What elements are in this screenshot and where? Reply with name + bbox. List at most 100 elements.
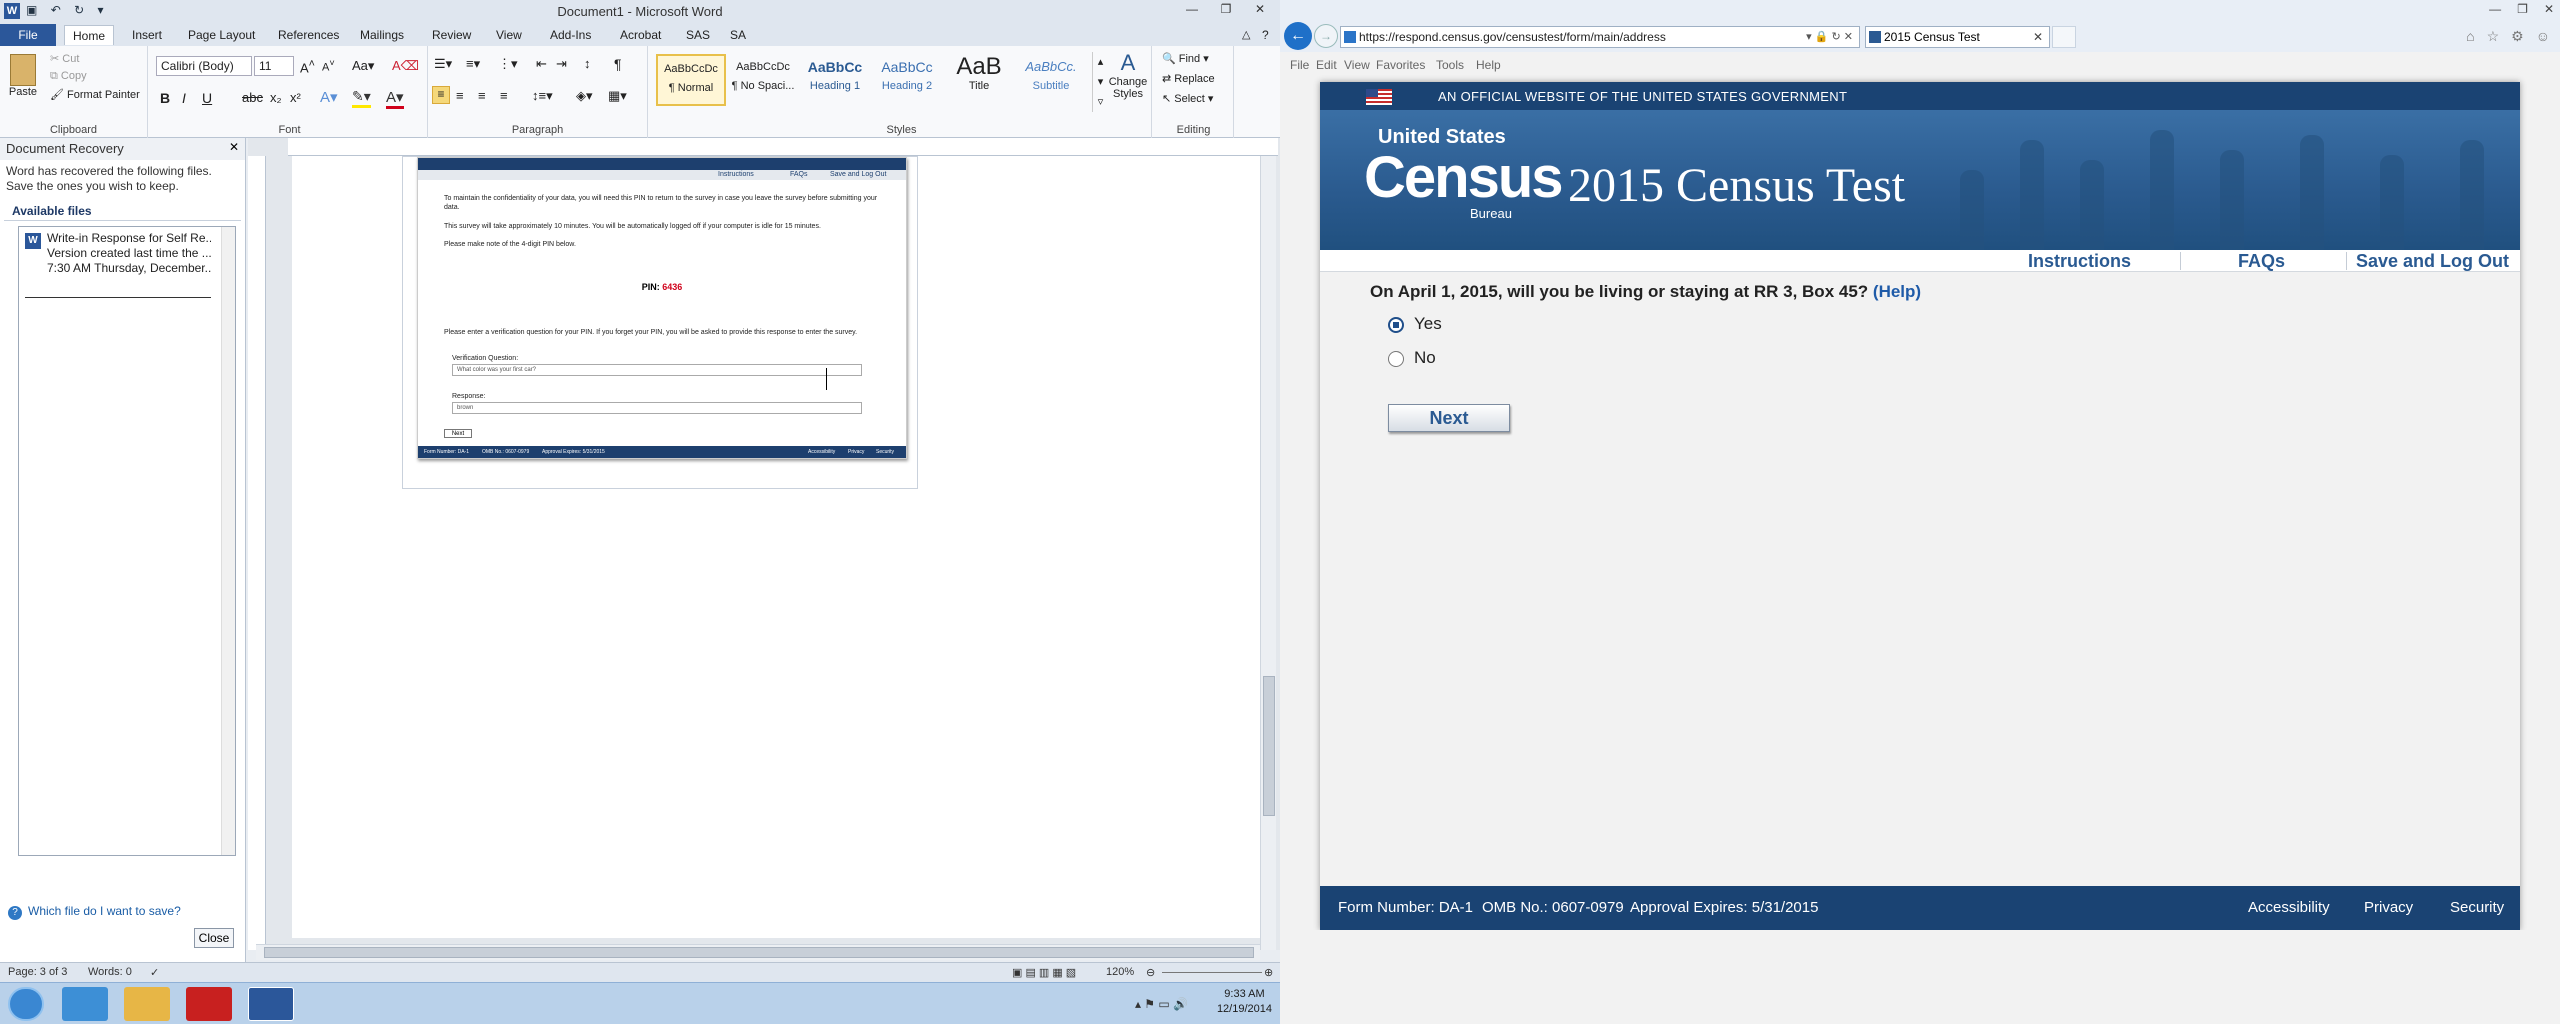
bullets-icon[interactable]: ☰▾ xyxy=(434,56,452,72)
scroll-thumb[interactable] xyxy=(1263,676,1275,816)
close-recovery-button[interactable]: Close xyxy=(194,928,234,948)
clock[interactable]: 9:33 AM 12/19/2014 xyxy=(1217,987,1272,1017)
menu-favorites[interactable]: Favorites xyxy=(1376,58,1425,72)
zoom-in-icon[interactable]: ⊕ xyxy=(1264,966,1273,979)
sort-icon[interactable]: ↕ xyxy=(584,56,591,71)
view-buttons-icon[interactable]: ▣ ▤ ▥ ▦ ▧ xyxy=(1012,966,1076,979)
tab-file[interactable]: File xyxy=(0,24,56,46)
close-button[interactable]: ✕ xyxy=(1248,2,1272,16)
align-left-button[interactable]: ≡ xyxy=(432,86,450,104)
tab-acrobat[interactable]: Acrobat xyxy=(612,25,669,45)
style-title[interactable]: AaB Title xyxy=(944,54,1014,106)
home-icon[interactable]: ⌂ xyxy=(2466,28,2474,44)
align-center-icon[interactable]: ≡ xyxy=(456,88,464,103)
close-tab-icon[interactable]: ✕ xyxy=(2033,27,2043,47)
address-bar[interactable]: https://respond.census.gov/censustest/fo… xyxy=(1340,26,1860,48)
grow-font-icon[interactable]: A˄ xyxy=(300,58,315,75)
cut-button[interactable]: ✂ Cut xyxy=(50,52,79,65)
font-color-icon[interactable]: A▾ xyxy=(386,88,404,109)
menu-file[interactable]: File xyxy=(1290,58,1309,72)
close-icon[interactable]: ✕ xyxy=(229,140,239,154)
line-spacing-icon[interactable]: ↕≡▾ xyxy=(532,88,553,104)
style-subtitle[interactable]: AaBbCc. Subtitle xyxy=(1016,54,1086,106)
menu-view[interactable]: View xyxy=(1344,58,1370,72)
style-normal[interactable]: AaBbCcDc ¶ Normal xyxy=(656,54,726,106)
address-tools-icon[interactable]: ▾ 🔒 ↻ ✕ xyxy=(1806,27,1853,47)
nav-save-logout[interactable]: Save and Log Out xyxy=(2356,251,2509,272)
strikethrough-button[interactable]: abc xyxy=(242,90,263,105)
style-heading-2[interactable]: AaBbCc Heading 2 xyxy=(872,54,942,106)
minimize-button[interactable]: — xyxy=(2489,2,2501,16)
subscript-button[interactable]: x₂ xyxy=(270,90,282,105)
scrollbar[interactable] xyxy=(221,227,235,855)
underline-button[interactable]: U xyxy=(202,90,212,106)
close-button[interactable]: ✕ xyxy=(2544,2,2554,16)
document-page[interactable]: Instructions FAQs Save and Log Out To ma… xyxy=(292,156,1264,938)
radio-yes-label[interactable]: Yes xyxy=(1414,314,1442,334)
word-taskbar-icon[interactable] xyxy=(248,987,294,1021)
borders-icon[interactable]: ▦▾ xyxy=(608,88,627,104)
maximize-button[interactable]: ❐ xyxy=(2517,2,2528,16)
word-count[interactable]: Words: 0 xyxy=(88,966,132,978)
horizontal-ruler[interactable] xyxy=(288,138,1278,156)
footer-security[interactable]: Security xyxy=(2450,899,2504,916)
nav-instructions[interactable]: Instructions xyxy=(2028,251,2131,272)
menu-edit[interactable]: Edit xyxy=(1316,58,1337,72)
tab-sas[interactable]: SAS xyxy=(678,25,718,45)
nav-faqs[interactable]: FAQs xyxy=(2238,251,2285,272)
highlight-icon[interactable]: ✎▾ xyxy=(352,88,371,108)
tab-review[interactable]: Review xyxy=(424,25,479,45)
back-button[interactable]: ← xyxy=(1284,22,1312,50)
clear-format-icon[interactable]: A⌫ xyxy=(392,58,419,74)
gear-icon[interactable]: ⚙ xyxy=(2511,28,2524,44)
favorites-icon[interactable]: ☆ xyxy=(2487,28,2500,44)
tab-references[interactable]: References xyxy=(270,25,347,45)
horizontal-scrollbar[interactable] xyxy=(256,944,1260,960)
superscript-button[interactable]: x² xyxy=(290,90,301,105)
new-tab-button[interactable] xyxy=(2052,26,2076,48)
zoom-out-icon[interactable]: ⊖ xyxy=(1146,966,1155,979)
tab-insert[interactable]: Insert xyxy=(124,25,170,45)
font-size-select[interactable]: 11 xyxy=(254,56,294,76)
ie-taskbar-icon[interactable] xyxy=(62,987,108,1021)
tab-mailings[interactable]: Mailings xyxy=(352,25,412,45)
italic-button[interactable]: I xyxy=(182,90,186,106)
menu-tools[interactable]: Tools xyxy=(1436,58,1464,72)
numbering-icon[interactable]: ≡▾ xyxy=(466,56,480,72)
zoom-level[interactable]: 120% xyxy=(1106,966,1134,978)
help-link[interactable]: ? Which file do I want to save? xyxy=(8,904,181,920)
forward-button[interactable]: → xyxy=(1314,24,1338,48)
zoom-slider[interactable] xyxy=(1162,972,1262,973)
minimize-button[interactable]: — xyxy=(1180,2,1204,16)
footer-privacy[interactable]: Privacy xyxy=(2364,899,2413,916)
find-button[interactable]: 🔍 Find ▾ xyxy=(1162,52,1209,65)
maximize-button[interactable]: ❐ xyxy=(1214,2,1238,16)
paste-button[interactable]: Paste xyxy=(8,54,38,98)
proofing-icon[interactable]: ✓ xyxy=(150,966,159,979)
acrobat-taskbar-icon[interactable] xyxy=(186,987,232,1021)
select-button[interactable]: ↖ Select ▾ xyxy=(1162,92,1213,105)
tab-sa[interactable]: SA xyxy=(722,25,754,45)
multilevel-list-icon[interactable]: ⋮▾ xyxy=(498,56,518,72)
system-tray-icons[interactable]: ▴ ⚑ ▭ 🔊 xyxy=(1135,997,1188,1011)
menu-help[interactable]: Help xyxy=(1476,58,1501,72)
justify-icon[interactable]: ≡ xyxy=(500,88,508,103)
scroll-thumb[interactable] xyxy=(264,947,1254,958)
shading-icon[interactable]: ◈▾ xyxy=(576,88,593,104)
radio-no-label[interactable]: No xyxy=(1414,348,1436,368)
copy-button[interactable]: ⧉ Copy xyxy=(50,70,87,83)
tab-view[interactable]: View xyxy=(488,25,530,45)
explorer-taskbar-icon[interactable] xyxy=(124,987,170,1021)
recovered-file-item[interactable]: W Write-in Response for Self Re... Versi… xyxy=(25,231,211,276)
style-no-spacing[interactable]: AaBbCcDc ¶ No Spaci... xyxy=(728,54,798,106)
increase-indent-icon[interactable]: ⇥ xyxy=(556,56,567,72)
bold-button[interactable]: B xyxy=(160,90,170,106)
format-painter-button[interactable]: 🖌 Format Painter xyxy=(50,88,140,101)
vertical-scrollbar[interactable] xyxy=(1260,156,1276,950)
radio-yes[interactable] xyxy=(1388,317,1404,333)
next-button[interactable]: Next xyxy=(1388,404,1510,432)
vertical-ruler[interactable] xyxy=(248,156,266,950)
text-effects-icon[interactable]: A▾ xyxy=(320,88,338,106)
smiley-icon[interactable]: ☺ xyxy=(2536,28,2550,44)
help-link[interactable]: (Help) xyxy=(1873,282,1921,301)
